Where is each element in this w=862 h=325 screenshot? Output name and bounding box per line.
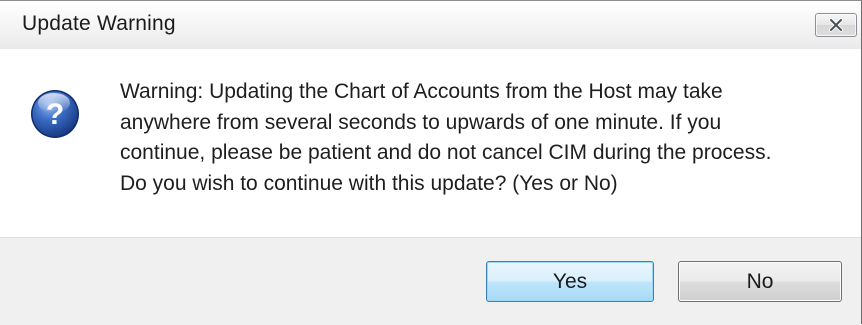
- message-line: continue, please be patient and do not c…: [120, 141, 772, 164]
- message-line: Do you wish to continue with this update…: [120, 171, 618, 195]
- update-warning-dialog: Update Warning ? Warning: Updating the C…: [0, 0, 862, 325]
- message-line: Warning: Updating the Chart of Accounts …: [120, 80, 723, 103]
- message-line: anywhere from several seconds to upwards…: [120, 110, 722, 134]
- warning-message: Warning: Updating the Chart of Accounts …: [120, 77, 850, 199]
- close-icon: [829, 18, 843, 32]
- button-bar: Yes No: [0, 237, 861, 325]
- dialog-title: Update Warning: [22, 12, 176, 35]
- message-area: ? Warning: Updating the Chart of Account…: [0, 49, 861, 237]
- question-icon: ?: [31, 90, 79, 138]
- no-button[interactable]: No: [678, 261, 842, 302]
- close-button[interactable]: [815, 13, 857, 37]
- yes-button[interactable]: Yes: [486, 261, 654, 302]
- svg-text:?: ?: [46, 98, 64, 131]
- title-bar[interactable]: Update Warning: [0, 1, 861, 49]
